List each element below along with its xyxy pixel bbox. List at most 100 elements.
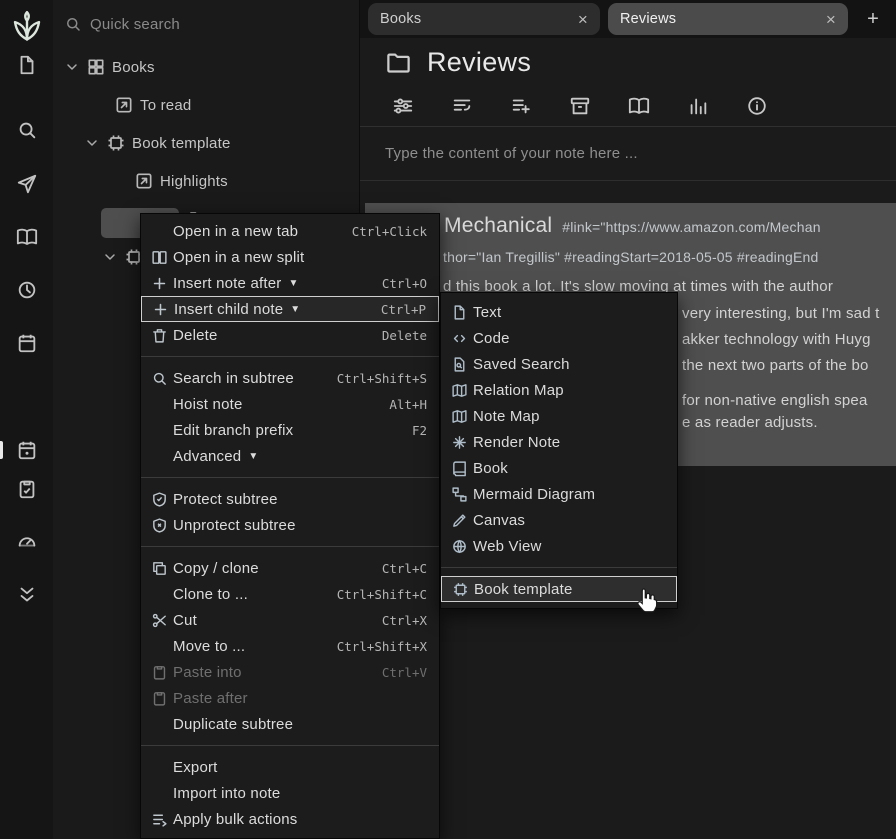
menu-item-delete[interactable]: Delete Delete — [141, 322, 439, 348]
submenu-item-code[interactable]: Code — [441, 325, 677, 351]
tree-item-books[interactable]: Books — [53, 48, 359, 86]
menu-item-clone-to[interactable]: Clone to ... Ctrl+Shift+C — [141, 581, 439, 607]
submenu-item-saved-search[interactable]: Saved Search — [441, 351, 677, 377]
owned-attributes-icon[interactable] — [451, 95, 473, 117]
ribbon-bar — [360, 86, 896, 127]
today-icon[interactable] — [16, 439, 38, 461]
flow-diagram-icon — [451, 486, 473, 503]
plus-icon — [151, 275, 173, 292]
tree-item-to-read[interactable]: To read — [53, 86, 359, 124]
submenu-item-text[interactable]: Text — [441, 299, 677, 325]
menu-item-advanced[interactable]: Advanced ▼ — [141, 443, 439, 469]
menu-item-insert-child-note[interactable]: Insert child note ▼ Ctrl+P — [141, 296, 439, 322]
new-tab-button[interactable]: + — [860, 6, 886, 32]
menu-item-cut[interactable]: Cut Ctrl+X — [141, 607, 439, 633]
submenu-item-canvas[interactable]: Canvas — [441, 507, 677, 533]
note-paths-icon[interactable] — [569, 95, 591, 117]
submenu-item-note-map[interactable]: Note Map — [441, 403, 677, 429]
split-pane-icon — [151, 249, 173, 266]
menu-item-import-into-note[interactable]: Import into note — [141, 780, 439, 806]
bulk-actions-icon — [151, 811, 173, 828]
jump-to-note-icon[interactable] — [16, 173, 38, 195]
menu-item-apply-bulk-actions[interactable]: Apply bulk actions — [141, 806, 439, 832]
tree-item-label: Highlights — [160, 173, 228, 190]
tab-books[interactable]: Books × — [368, 3, 600, 35]
tab-title: Reviews — [620, 11, 816, 27]
menu-item-unprotect-subtree[interactable]: Unprotect subtree — [141, 512, 439, 538]
tab-reviews[interactable]: Reviews × — [608, 3, 848, 35]
menu-item-open-in-new-split[interactable]: Open in a new split — [141, 244, 439, 270]
menu-item-hoist-note[interactable]: Hoist note Alt+H — [141, 391, 439, 417]
launcher-bar — [0, 0, 53, 839]
tab-title: Books — [380, 11, 568, 27]
code-icon — [451, 330, 473, 347]
content-line: akker technology with Huyg — [682, 331, 871, 348]
submenu-item-render-note[interactable]: Render Note — [441, 429, 677, 455]
menu-item-copy-clone[interactable]: Copy / clone Ctrl+C — [141, 555, 439, 581]
scissors-icon — [151, 612, 173, 629]
menu-item-insert-note-after[interactable]: Insert note after ▼ Ctrl+O — [141, 270, 439, 296]
quick-search-input[interactable]: Quick search — [53, 0, 359, 48]
trash-icon — [151, 327, 173, 344]
menu-item-open-in-new-tab[interactable]: Open in a new tab Ctrl+Click — [141, 218, 439, 244]
map-icon — [451, 408, 473, 425]
calendar-icon[interactable] — [16, 332, 38, 354]
map-icon — [451, 382, 473, 399]
note-info-icon[interactable] — [746, 95, 768, 117]
menu-separator — [141, 546, 439, 547]
clipboard-icon — [151, 690, 173, 707]
submenu-item-web-view[interactable]: Web View — [441, 533, 677, 559]
submenu-item-relation-map[interactable]: Relation Map — [441, 377, 677, 403]
child-note-title: Mechanical — [444, 214, 552, 237]
close-icon[interactable]: × — [578, 11, 588, 28]
note-type-submenu: Text Code Saved Search Relation Map Note… — [440, 292, 678, 609]
plus-icon — [152, 301, 174, 318]
note-map-icon[interactable] — [628, 95, 650, 117]
chevron-down-icon[interactable] — [84, 135, 100, 151]
pencil-icon — [451, 512, 473, 529]
chevron-down-icon[interactable] — [102, 249, 118, 265]
menu-item-protect-subtree[interactable]: Protect subtree — [141, 486, 439, 512]
note-title[interactable]: Reviews — [427, 47, 531, 78]
tree-item-highlights[interactable]: Highlights — [53, 162, 359, 200]
caret-down-icon: ▼ — [248, 451, 258, 462]
menu-separator — [141, 745, 439, 746]
note-content-editor[interactable]: Type the content of your note here ... — [360, 127, 896, 181]
shield-x-icon — [151, 517, 173, 534]
clipboard-icon — [151, 664, 173, 681]
similar-notes-icon[interactable] — [687, 95, 709, 117]
chevron-down-icon[interactable] — [64, 59, 80, 75]
child-note-attributes-line: thor="Ian Tregillis" #readingStart=2018-… — [443, 249, 818, 265]
menu-separator — [141, 477, 439, 478]
active-pane-marker — [0, 441, 3, 459]
search-icon — [151, 370, 173, 387]
submenu-item-book[interactable]: Book — [441, 455, 677, 481]
close-icon[interactable]: × — [826, 11, 836, 28]
recent-changes-icon[interactable] — [16, 279, 38, 301]
folder-icon — [385, 49, 412, 76]
open-note-icon[interactable] — [16, 226, 38, 248]
child-note-attributes: #link="https://www.amazon.com/Mechan — [562, 219, 820, 235]
menu-item-edit-branch-prefix[interactable]: Edit branch prefix F2 — [141, 417, 439, 443]
basic-properties-icon[interactable] — [392, 95, 414, 117]
tree-item-book-template[interactable]: Book template — [53, 124, 359, 162]
menu-separator — [141, 356, 439, 357]
search-icon[interactable] — [16, 119, 38, 141]
shield-check-icon — [151, 491, 173, 508]
content-line: for non-native english spea — [682, 392, 868, 409]
menu-item-move-to[interactable]: Move to ... Ctrl+Shift+X — [141, 633, 439, 659]
submenu-item-mermaid-diagram[interactable]: Mermaid Diagram — [441, 481, 677, 507]
saved-search-icon — [451, 356, 473, 373]
new-note-icon[interactable] — [16, 54, 38, 76]
file-icon — [451, 304, 473, 321]
metrics-icon[interactable] — [16, 530, 38, 552]
caret-down-icon: ▼ — [288, 278, 298, 289]
menu-item-export[interactable]: Export — [141, 754, 439, 780]
hand-cursor — [632, 586, 659, 613]
tasks-icon[interactable] — [16, 478, 38, 500]
menu-item-search-in-subtree[interactable]: Search in subtree Ctrl+Shift+S — [141, 365, 439, 391]
menu-item-duplicate-subtree[interactable]: Duplicate subtree — [141, 711, 439, 737]
inherited-attributes-icon[interactable] — [510, 95, 532, 117]
menu-item-paste-after: Paste after — [141, 685, 439, 711]
collapse-tree-icon[interactable] — [16, 584, 38, 606]
